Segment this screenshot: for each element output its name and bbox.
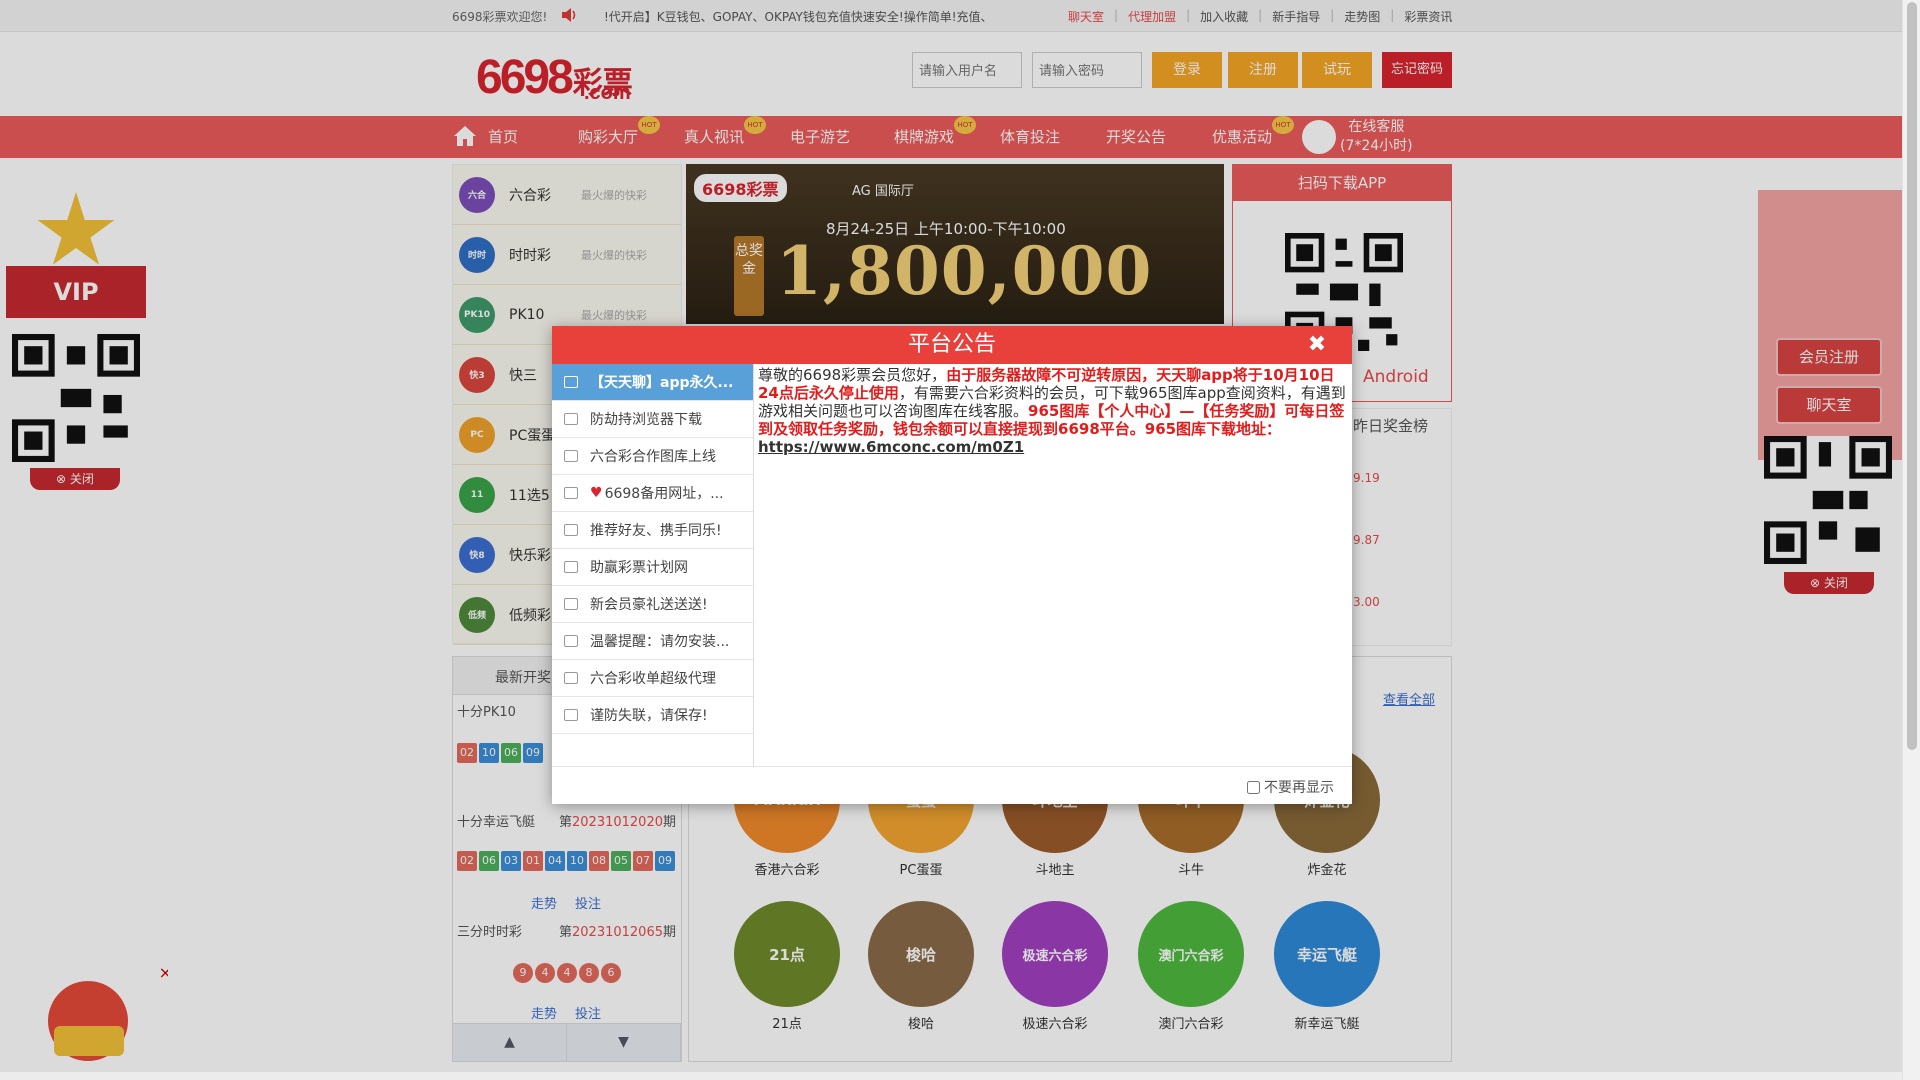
announcement-list: 【天天聊】app永久... 防劫持浏览器下载 六合彩合作图库上线 ♥ 6698备用… bbox=[552, 364, 754, 766]
announcement-item[interactable]: 温馨提醒：请勿安装... bbox=[552, 623, 753, 660]
dont-show-again[interactable]: 不要再显示 bbox=[1247, 777, 1334, 797]
announcement-item[interactable]: 推荐好友、携手同乐! bbox=[552, 512, 753, 549]
announcement-item[interactable]: 六合彩合作图库上线 bbox=[552, 438, 753, 475]
message-icon bbox=[564, 709, 578, 721]
vertical-scrollbar[interactable] bbox=[1902, 0, 1920, 1080]
message-icon bbox=[564, 524, 578, 536]
announcement-item[interactable]: 六合彩收单超级代理 bbox=[552, 660, 753, 697]
scrollbar-thumb[interactable] bbox=[1907, 2, 1917, 750]
announcement-item[interactable]: 【天天聊】app永久... bbox=[552, 364, 753, 401]
announcement-item[interactable]: 防劫持浏览器下载 bbox=[552, 401, 753, 438]
message-icon bbox=[564, 450, 578, 462]
horizontal-scrollbar[interactable] bbox=[0, 1072, 1902, 1080]
announcement-item[interactable]: 谨防失联，请保存! bbox=[552, 697, 753, 734]
announcement-item[interactable]: 新会员豪礼送送送! bbox=[552, 586, 753, 623]
message-icon bbox=[564, 672, 578, 684]
download-link[interactable]: https://www.6mconc.com/m0Z1 bbox=[758, 438, 1024, 456]
close-icon[interactable]: ✖ bbox=[1306, 334, 1328, 356]
heart-icon: ♥ bbox=[590, 485, 603, 501]
message-icon bbox=[564, 487, 578, 499]
modal-title: 平台公告 bbox=[907, 332, 996, 357]
announcement-item[interactable]: 助赢彩票计划网 bbox=[552, 549, 753, 586]
announcement-modal: 平台公告 ✖ 【天天聊】app永久... 防劫持浏览器下载 六合彩合作图库上线 … bbox=[552, 326, 1352, 804]
dont-show-checkbox[interactable] bbox=[1247, 780, 1260, 794]
message-icon bbox=[564, 635, 578, 647]
message-icon bbox=[564, 413, 578, 425]
announcement-content: 尊敬的6698彩票会员您好，由于服务器故障不可逆转原因，天天聊app将于10月1… bbox=[758, 366, 1346, 456]
modal-footer: 不要再显示 bbox=[552, 766, 1352, 804]
message-icon bbox=[564, 598, 578, 610]
message-icon bbox=[564, 561, 578, 573]
announcement-item[interactable]: ♥ 6698备用网址，... bbox=[552, 475, 753, 512]
modal-header: 平台公告 ✖ bbox=[552, 326, 1352, 364]
message-icon bbox=[564, 376, 578, 388]
